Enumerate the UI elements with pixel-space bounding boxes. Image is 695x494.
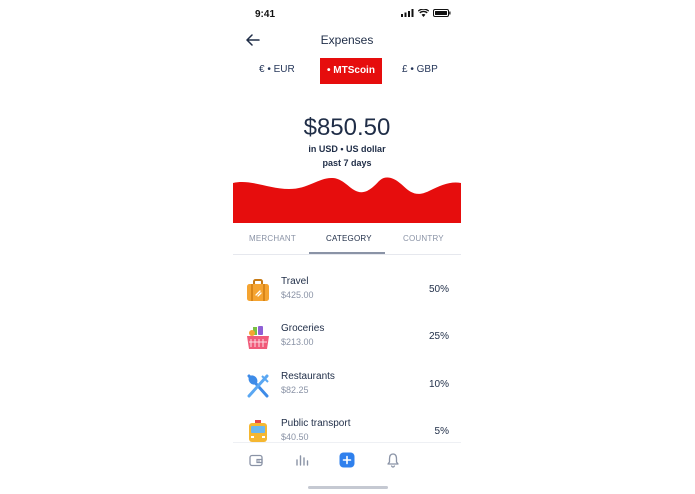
tab-category[interactable]: CATEGORY (326, 234, 372, 243)
spending-wave (233, 177, 461, 223)
bottom-tab-bar (233, 442, 461, 477)
list-item[interactable]: Groceries $213.00 25% (233, 323, 461, 363)
currency-eur[interactable]: € • EUR (259, 64, 295, 75)
basket-icon (247, 326, 269, 349)
phone-screen: 9:41 Expenses € • EUR • MTScoin £ • GBP … (233, 0, 461, 494)
status-icons (401, 9, 451, 17)
wallet-icon[interactable] (248, 452, 264, 468)
amount-unit: in USD • US dollar (308, 144, 386, 154)
category-percent: 50% (428, 284, 449, 295)
category-percent: 5% (434, 426, 449, 437)
status-time: 9:41 (255, 9, 276, 20)
add-icon[interactable] (339, 452, 355, 468)
currency-gbp[interactable]: £ • GBP (402, 64, 438, 75)
signal-icon (401, 9, 414, 17)
category-name: Travel (281, 276, 309, 287)
utensils-icon (247, 374, 269, 398)
tab-country[interactable]: COUNTRY (403, 234, 444, 243)
bell-icon[interactable] (385, 452, 401, 468)
total-amount: $850.50 (303, 114, 391, 141)
list-item[interactable]: Travel $425.00 50% (233, 276, 461, 316)
currency-mtscoin[interactable]: • MTScoin (320, 58, 382, 84)
category-amount: $425.00 (281, 290, 314, 300)
active-tab-indicator (309, 252, 385, 254)
page-title: Expenses (320, 33, 374, 47)
home-indicator (308, 486, 388, 489)
list-item[interactable]: Restaurants $82.25 10% (233, 371, 461, 411)
amount-period: past 7 days (322, 158, 372, 168)
category-percent: 25% (428, 331, 449, 342)
nav-header: Expenses (233, 30, 461, 50)
category-amount: $82.25 (281, 385, 309, 395)
category-amount: $213.00 (281, 337, 314, 347)
chart-icon[interactable] (294, 452, 310, 468)
category-percent: 10% (428, 379, 449, 390)
category-name: Groceries (281, 323, 325, 334)
battery-icon (433, 9, 451, 17)
category-amount: $40.50 (281, 432, 309, 442)
category-name: Restaurants (281, 371, 335, 382)
breakdown-tabs: MERCHANT CATEGORY COUNTRY (233, 230, 461, 255)
category-name: Public transport (281, 418, 351, 429)
status-bar: 9:41 (233, 0, 461, 26)
suitcase-icon (247, 279, 269, 301)
currency-selector: € • EUR • MTScoin £ • GBP (233, 58, 461, 86)
wifi-icon (418, 9, 429, 17)
tab-merchant[interactable]: MERCHANT (249, 234, 296, 243)
